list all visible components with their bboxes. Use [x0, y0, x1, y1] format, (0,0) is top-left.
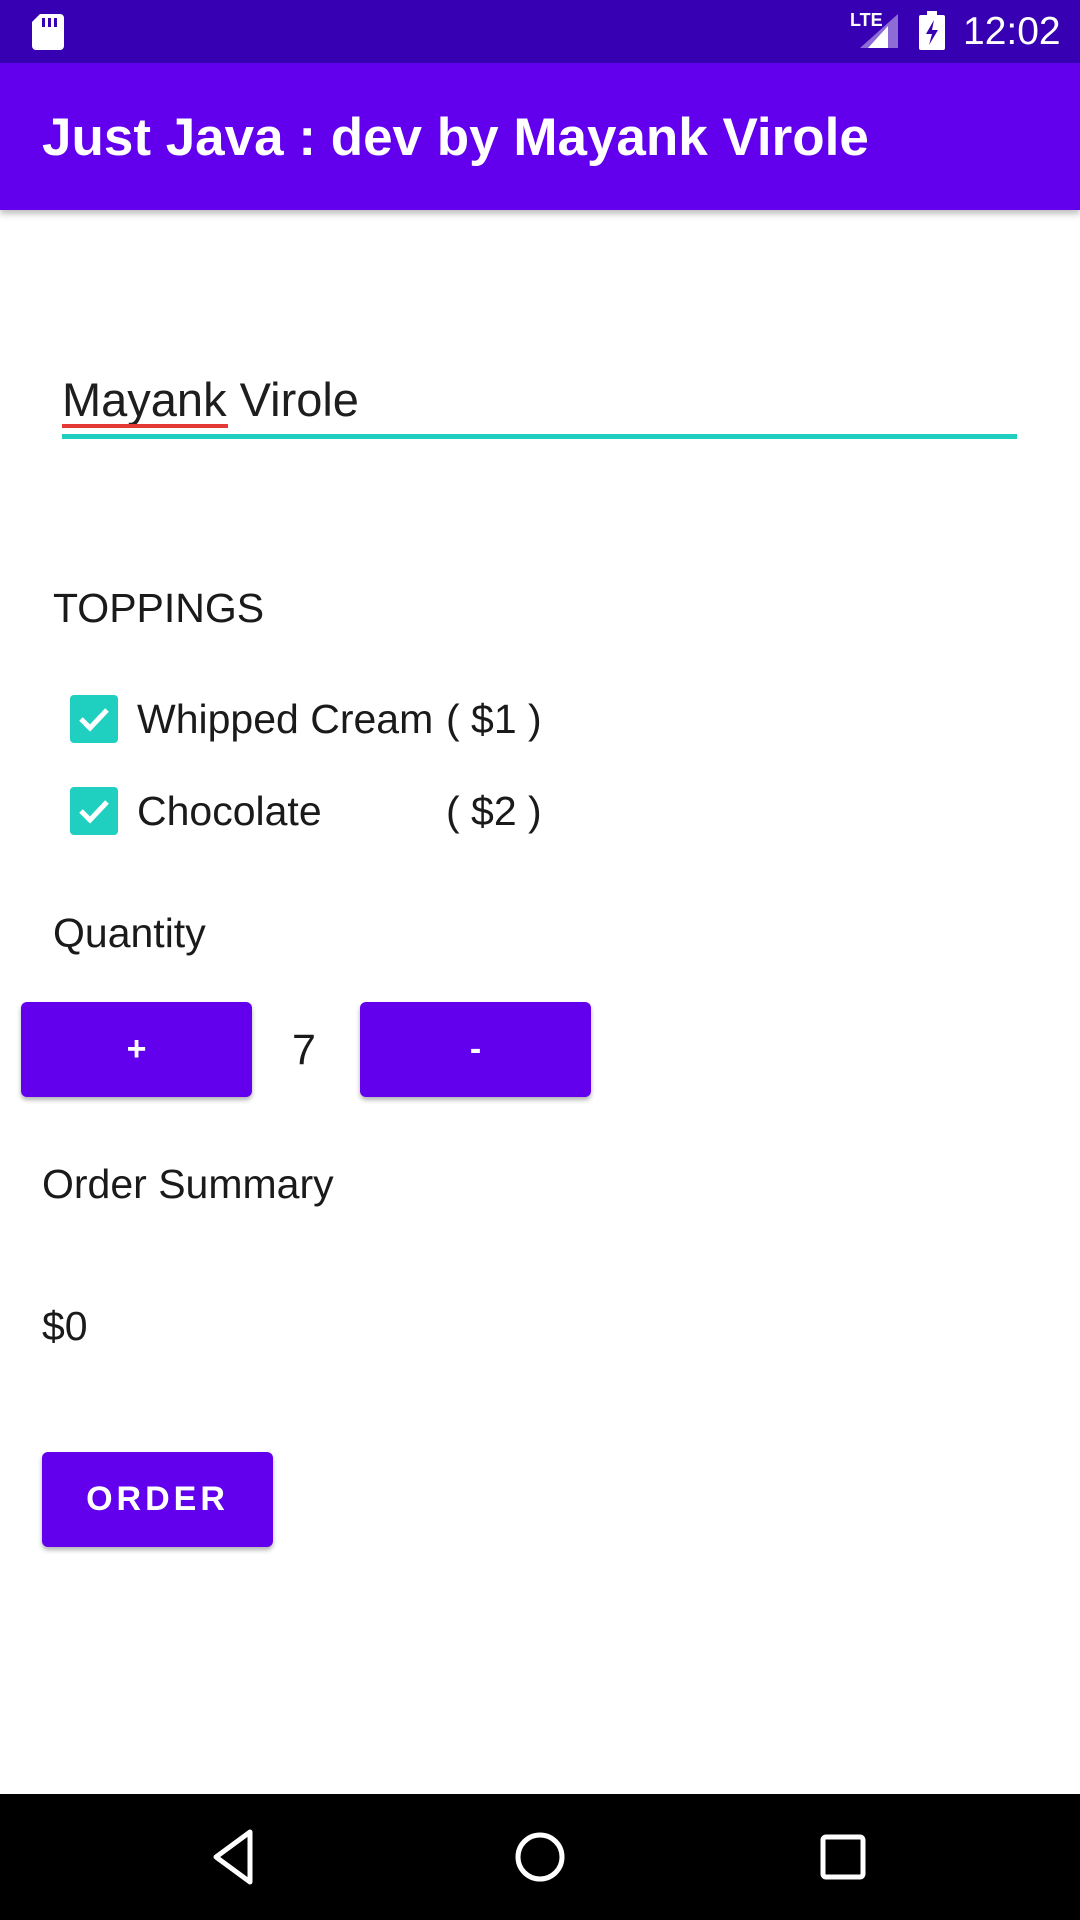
decrement-button[interactable]: -: [360, 1002, 591, 1097]
clock: 12:02: [963, 10, 1061, 53]
app-title: Just Java : dev by Mayank Virole: [42, 108, 869, 167]
signal-icon: [860, 14, 898, 48]
home-icon[interactable]: [507, 1824, 573, 1890]
status-bar: LTE 12:02: [0, 0, 1080, 63]
chocolate-checkbox[interactable]: [70, 787, 118, 835]
chocolate-price: ( $2 ): [446, 788, 542, 834]
app-bar: Just Java : dev by Mayank Virole: [0, 63, 1080, 210]
input-underline: [62, 434, 1017, 439]
name-input[interactable]: Mayank Virole: [62, 364, 1017, 440]
back-icon[interactable]: [204, 1824, 270, 1890]
navigation-bar: [0, 1794, 1080, 1920]
checkmark-icon: [79, 800, 109, 824]
chocolate-label: Chocolate: [137, 788, 322, 834]
quantity-heading: Quantity: [53, 910, 206, 956]
whipped-cream-label: Whipped Cream: [137, 696, 434, 742]
recents-icon[interactable]: [810, 1824, 876, 1890]
chocolate-checkbox-row[interactable]: Chocolate ( $2 ): [70, 787, 570, 837]
order-price: $0: [42, 1303, 88, 1349]
whipped-cream-checkbox-row[interactable]: Whipped Cream ( $1 ): [70, 695, 570, 745]
increment-button[interactable]: +: [21, 1002, 252, 1097]
order-button[interactable]: ORDER: [42, 1452, 273, 1547]
whipped-cream-checkbox[interactable]: [70, 695, 118, 743]
battery-charging-icon: [919, 11, 945, 50]
sd-card-icon: [32, 14, 64, 50]
spellcheck-underline: [62, 424, 228, 428]
checkmark-icon: [79, 708, 109, 732]
toppings-heading: TOPPINGS: [53, 585, 265, 631]
order-summary-heading: Order Summary: [42, 1161, 334, 1207]
quantity-value: 7: [292, 1026, 316, 1074]
name-input-value: Mayank Virole: [62, 373, 359, 426]
whipped-cream-price: ( $1 ): [446, 696, 542, 742]
